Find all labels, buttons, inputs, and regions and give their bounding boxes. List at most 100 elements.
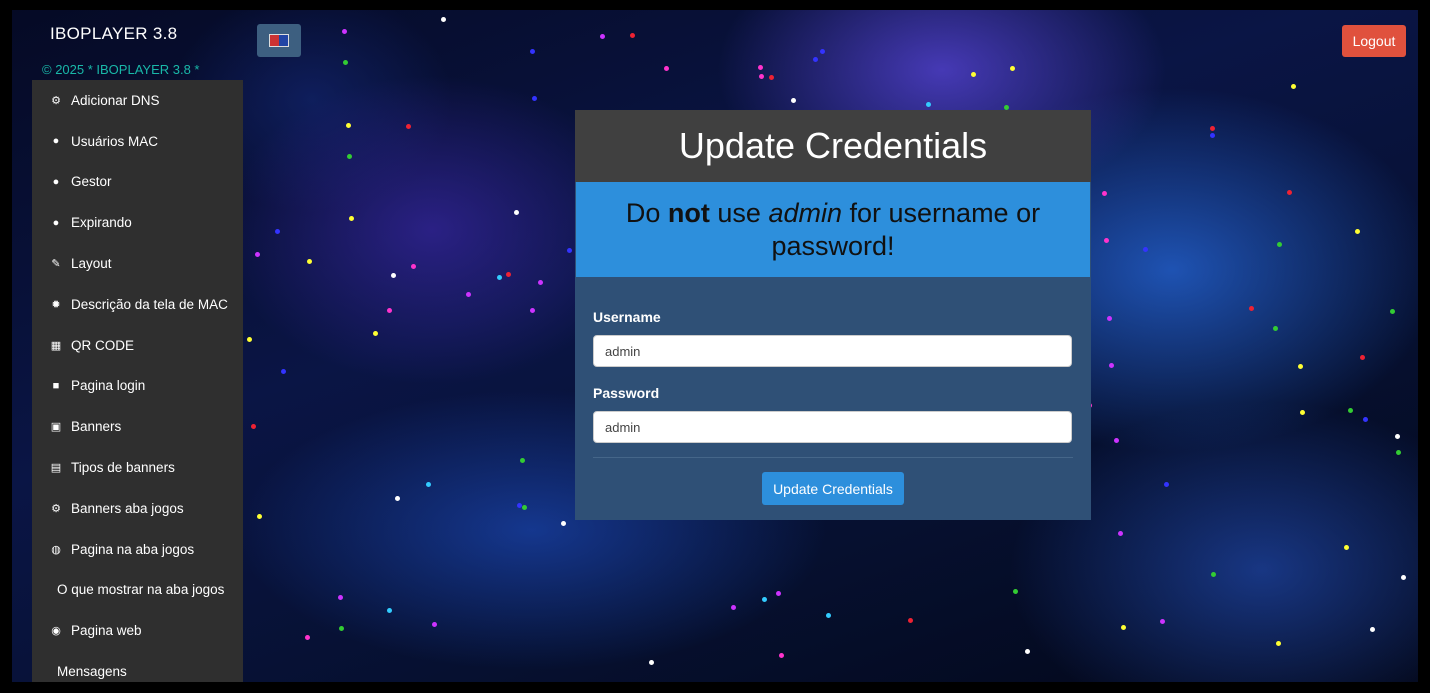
- star-dot: [386, 608, 392, 614]
- sidebar-item-descricao-tela-mac[interactable]: ✹ Descrição da tela de MAC: [32, 284, 243, 325]
- sidebar-item-label: O que mostrar na aba jogos: [57, 582, 225, 598]
- star-dot: [825, 613, 831, 619]
- credentials-card: Update Credentials Do not use admin for …: [575, 110, 1091, 520]
- star-dot: [1395, 449, 1401, 455]
- star-dot: [349, 216, 355, 222]
- sidebar-item-gestor[interactable]: ● Gestor: [32, 162, 243, 203]
- star-dot: [280, 369, 286, 375]
- sidebar-item-expirando[interactable]: ● Expirando: [32, 202, 243, 243]
- globe-icon: ◉: [51, 625, 61, 638]
- star-dot: [778, 653, 784, 659]
- lock-icon: ■: [52, 379, 60, 392]
- logout-button[interactable]: Logout: [1342, 25, 1406, 57]
- user-icon: ●: [52, 175, 60, 188]
- star-dot: [758, 74, 764, 80]
- qrcode-icon: ▦: [50, 339, 62, 352]
- star-dot: [1370, 626, 1376, 632]
- sidebar-item-pagina-aba-jogos[interactable]: ◍ Pagina na aba jogos: [32, 529, 243, 570]
- sidebar-item-label: Mensagens: [57, 664, 127, 680]
- star-dot: [1109, 363, 1115, 368]
- star-dot: [519, 458, 525, 464]
- sidebar-item-pagina-login[interactable]: ■ Pagina login: [32, 366, 243, 407]
- star-dot: [247, 336, 253, 342]
- copyright-text: © 2025 * IBOPLAYER 3.8 *: [42, 62, 200, 77]
- sidebar-item-label: Pagina na aba jogos: [71, 541, 195, 557]
- user-icon: ●: [52, 135, 60, 148]
- star-dot: [926, 102, 932, 108]
- star-dot: [505, 272, 511, 278]
- sidebar-item-qr-code[interactable]: ▦ QR CODE: [32, 325, 243, 366]
- update-credentials-button[interactable]: Update Credentials: [762, 472, 904, 505]
- sidebar-item-pagina-web[interactable]: ◉ Pagina web: [32, 610, 243, 651]
- brand-title[interactable]: IBOPLAYER 3.8: [50, 24, 177, 44]
- star-dot: [813, 57, 819, 63]
- form-divider: [593, 457, 1073, 458]
- star-dot: [1299, 410, 1305, 416]
- star-dot: [630, 33, 636, 39]
- star-dot: [496, 274, 502, 280]
- star-dot: [466, 291, 472, 297]
- star-dot: [1298, 363, 1304, 369]
- sidebar-item-label: QR CODE: [71, 337, 135, 353]
- star-dot: [730, 605, 736, 611]
- star-dot: [1012, 588, 1018, 594]
- warning-alert: Do not use admin for username or passwor…: [576, 182, 1090, 277]
- star-dot: [411, 264, 417, 270]
- card-title: Update Credentials: [575, 110, 1091, 182]
- star-dot: [338, 595, 344, 601]
- star-dot: [1160, 618, 1166, 624]
- star-dot: [1277, 242, 1283, 248]
- star-dot: [762, 597, 768, 603]
- star-dot: [776, 590, 782, 596]
- sidebar-item-adicionar-dns[interactable]: ⚙ Adicionar DNS: [32, 80, 243, 121]
- sidebar-item-o-que-mostrar[interactable]: O que mostrar na aba jogos: [32, 570, 243, 611]
- star-dot: [599, 34, 605, 40]
- gamepad-icon: ◍: [51, 543, 61, 556]
- star-dot: [1210, 132, 1216, 138]
- star-dot: [1347, 408, 1353, 414]
- star-dot: [343, 60, 349, 66]
- star-dot: [256, 514, 262, 520]
- star-dot: [274, 228, 280, 234]
- language-button[interactable]: [257, 24, 301, 57]
- username-input[interactable]: [593, 335, 1072, 367]
- star-dot: [530, 307, 535, 313]
- star-dot: [1286, 189, 1292, 195]
- cogs-icon: ⚙: [51, 94, 61, 107]
- star-dot: [1113, 437, 1119, 443]
- gear-icon: ✹: [51, 298, 61, 311]
- password-input[interactable]: [593, 411, 1072, 443]
- star-dot: [1117, 531, 1123, 537]
- alert-text-2: use: [709, 197, 769, 228]
- star-dot: [341, 28, 347, 34]
- brush-icon: ✎: [51, 258, 61, 271]
- password-label: Password: [593, 385, 660, 401]
- sidebar-item-label: Layout: [71, 256, 112, 272]
- credentials-form: Username Password Update Credentials: [575, 277, 1091, 505]
- sidebar-item-banners[interactable]: ▣ Banners: [32, 406, 243, 447]
- star-dot: [346, 153, 352, 159]
- star-dot: [1004, 104, 1010, 110]
- star-dot: [1355, 229, 1360, 235]
- star-dot: [1024, 649, 1030, 655]
- star-dot: [531, 95, 537, 101]
- star-dot: [820, 49, 826, 55]
- alert-text-1: Do: [625, 197, 668, 228]
- sidebar-item-label: Descrição da tela de MAC: [71, 296, 228, 312]
- sidebar-item-label: Gestor: [71, 174, 112, 190]
- sidebar-item-mensagens[interactable]: Mensagens: [32, 651, 243, 682]
- star-dot: [1390, 309, 1396, 315]
- sidebar: ⚙ Adicionar DNS ● Usuários MAC ● Gestor …: [32, 80, 243, 682]
- star-dot: [567, 247, 573, 253]
- sidebar-item-banners-aba-jogos[interactable]: ⚙ Banners aba jogos: [32, 488, 243, 529]
- star-dot: [387, 308, 393, 314]
- sidebar-item-usuarios-mac[interactable]: ● Usuários MAC: [32, 121, 243, 162]
- user-icon: ●: [52, 216, 60, 229]
- star-dot: [1163, 482, 1169, 488]
- sidebar-item-layout[interactable]: ✎ Layout: [32, 243, 243, 284]
- star-dot: [1344, 544, 1350, 550]
- sidebar-item-label: Usuários MAC: [71, 133, 159, 149]
- star-dot: [757, 64, 763, 70]
- alert-bold: not: [667, 197, 710, 228]
- sidebar-item-tipos-de-banners[interactable]: ▤ Tipos de banners: [32, 447, 243, 488]
